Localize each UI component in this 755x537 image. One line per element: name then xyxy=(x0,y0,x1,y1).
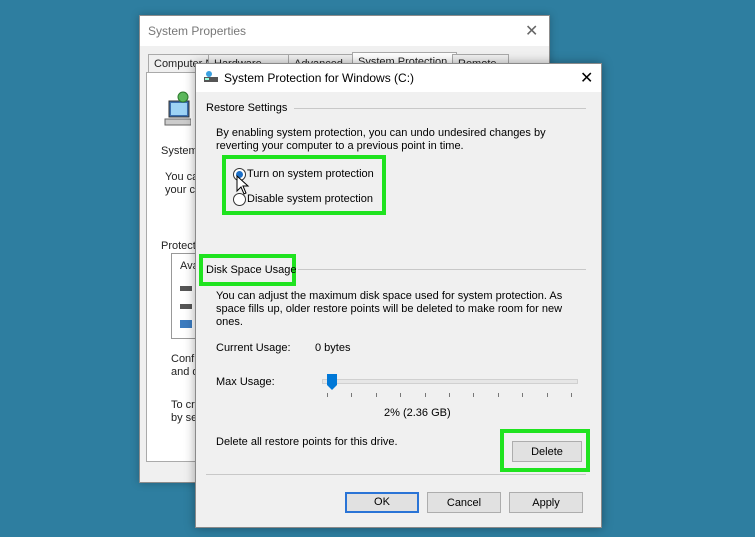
slider-tick xyxy=(351,393,353,397)
slider-tick xyxy=(571,393,572,397)
system-protection-icon xyxy=(204,71,218,83)
slider-tick xyxy=(497,393,499,397)
slider-tick xyxy=(375,393,377,397)
slider-tick xyxy=(400,393,402,397)
system-protection-dialog: System Protection for Windows (C:) ✕ Res… xyxy=(195,63,602,528)
max-usage-value: 2% (2.36 GB) xyxy=(384,407,451,419)
slider-tick xyxy=(327,393,328,397)
back-close-icon[interactable]: ✕ xyxy=(525,21,538,41)
disk-desc-line: You can adjust the maximum disk space us… xyxy=(216,290,563,302)
restore-desc-line: By enabling system protection, you can u… xyxy=(216,127,546,139)
dialog-title-bar: System Protection for Windows (C:) ✕ xyxy=(196,64,601,92)
slider-tick xyxy=(546,393,548,397)
slider-tick xyxy=(424,393,426,397)
disk-space-description: You can adjust the maximum disk space us… xyxy=(216,290,588,329)
restore-desc-line: reverting your computer to a previous po… xyxy=(216,140,464,152)
slider-tick xyxy=(449,393,450,397)
dialog-title: System Protection for Windows (C:) xyxy=(224,71,415,85)
slider-ticks xyxy=(322,393,576,397)
disk-desc-line: space fills up, older restore points wil… xyxy=(216,303,563,315)
computer-shield-icon xyxy=(163,91,192,127)
drive-icon xyxy=(180,304,192,309)
current-usage-label: Current Usage: xyxy=(216,342,291,354)
system-drive-icon xyxy=(180,320,192,328)
slider-tick xyxy=(473,393,475,397)
max-usage-label: Max Usage: xyxy=(216,376,275,388)
back-title-bar: System Properties ✕ xyxy=(140,16,549,46)
disk-space-divider xyxy=(298,269,586,270)
cancel-button[interactable]: Cancel xyxy=(427,492,501,513)
mouse-cursor-icon xyxy=(236,174,250,195)
max-usage-slider[interactable] xyxy=(322,374,578,398)
dialog-close-icon[interactable]: ✕ xyxy=(580,68,593,88)
disk-desc-line: ones. xyxy=(216,316,243,328)
bottom-divider xyxy=(206,474,586,475)
disable-label[interactable]: Disable system protection xyxy=(247,193,373,205)
drive-icon xyxy=(180,286,192,291)
ok-button[interactable]: OK xyxy=(345,492,419,513)
current-usage-value: 0 bytes xyxy=(315,342,351,354)
slider-tick xyxy=(522,393,524,397)
back-window-title: System Properties xyxy=(148,24,247,38)
restore-settings-label: Restore Settings xyxy=(206,102,288,114)
delete-restore-points-text: Delete all restore points for this drive… xyxy=(216,436,398,448)
restore-settings-description: By enabling system protection, you can u… xyxy=(216,127,586,153)
disk-space-usage-label: Disk Space Usage xyxy=(206,264,297,276)
slider-thumb[interactable] xyxy=(327,374,338,390)
apply-button[interactable]: Apply xyxy=(509,492,583,513)
turn-on-label[interactable]: Turn on system protection xyxy=(247,168,374,180)
restore-settings-divider xyxy=(294,108,586,109)
delete-button[interactable]: Delete xyxy=(512,441,582,462)
slider-track xyxy=(322,379,578,384)
